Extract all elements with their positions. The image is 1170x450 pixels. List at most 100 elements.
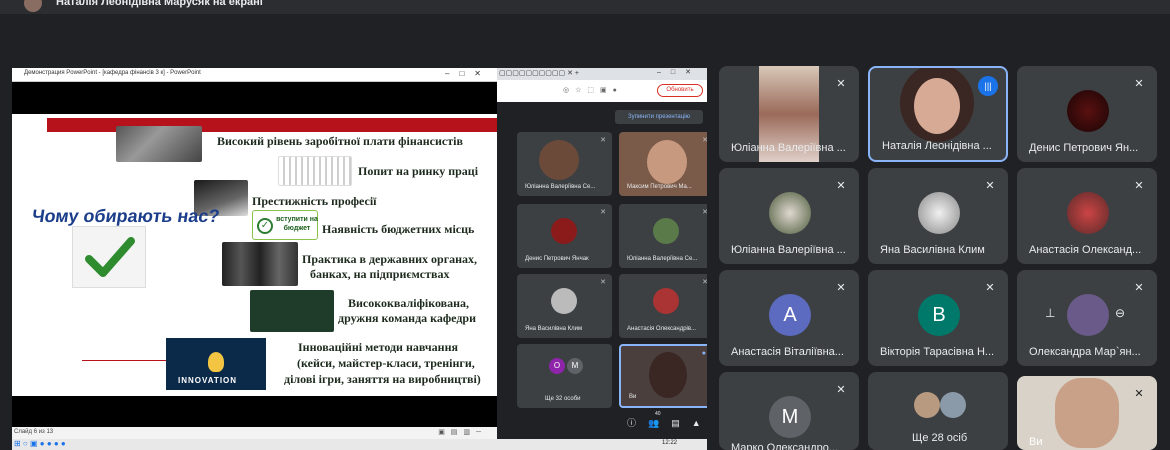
slide-point: Попит на ринку праці	[358, 164, 479, 178]
participant-tile-hover[interactable]: ⊥ ⊖ ✕ Олександра Мар`ян...	[1017, 270, 1157, 366]
mic-off-icon: ✕	[836, 78, 846, 90]
participant-name: Марко Олександро...	[731, 442, 839, 450]
slide-point: Високий рівень заробітної плати фінансис…	[217, 134, 463, 148]
mini-tile-name: Ви	[629, 394, 637, 400]
self-mini-tile[interactable]: ● Ви	[619, 344, 707, 408]
participant-photo	[918, 192, 960, 234]
more-participants-tile[interactable]: Ще 28 осіб	[868, 372, 1008, 450]
participant-tile[interactable]: ✕ Юліанна Валеріївна ...	[719, 66, 859, 162]
participant-tile[interactable]: А ✕ Анастасія Віталіївна...	[719, 270, 859, 366]
slide-point: (кейси, майстер-класи, тренінги,	[297, 356, 475, 370]
checkmark-icon	[85, 237, 135, 277]
slide-counter: Слайд 6 из 13	[14, 429, 54, 435]
participant-initial-avatar: А	[769, 294, 811, 336]
mini-tile-name: Максим Петрович Ма...	[627, 184, 692, 190]
participant-tile[interactable]: В ✕ Вікторія Тарасівна Н...	[868, 270, 1008, 366]
innovation-label: INNOVATION	[178, 376, 238, 385]
browser-toolbar: ◎☆⬚▣● Обновить	[497, 80, 707, 102]
participant-photo	[914, 392, 940, 418]
slide-point: ділові ігри, заняття на виробництві)	[284, 372, 481, 386]
mini-tile-name: Денис Петрович Янчак	[525, 256, 589, 262]
stop-presenting-button[interactable]: Зупинити презентацію	[615, 110, 703, 124]
speaking-icon: ●	[701, 350, 706, 357]
windows-start-icon[interactable]: ⊞ ○ ▣ ● ● ● ●	[14, 439, 66, 448]
participant-photo	[653, 218, 679, 244]
toolbar-icons[interactable]: ◎☆⬚▣●	[563, 86, 623, 94]
participant-name: Наталія Леонідівна ...	[882, 140, 992, 152]
mic-off-icon: ✕	[836, 384, 846, 396]
participant-name: Ще 28 осіб	[912, 432, 968, 444]
growth-chart-photo	[278, 156, 352, 186]
budget-badge-text: вступити на бюджет	[276, 216, 318, 232]
presentation-slide: Високий рівень заробітної плати фінансис…	[12, 114, 497, 396]
participant-tile[interactable]: М ✕ Марко Олександро...	[719, 372, 859, 450]
slide-point: дружня команда кафедри	[338, 311, 476, 325]
view-buttons-icon[interactable]: ▣▤▥─	[438, 428, 487, 436]
slide-letterbox-top	[12, 82, 497, 114]
mic-off-icon: ✕	[836, 282, 846, 294]
participant-face	[914, 78, 960, 134]
participant-tile[interactable]: ✕ Анастасія Олександ...	[1017, 168, 1157, 264]
mini-tile[interactable]: ✕ Юліанна Валеріївна Се...	[517, 132, 612, 196]
window-controls-icon[interactable]: –□✕	[445, 69, 491, 78]
tab-strip-icon[interactable]: ▢▢▢▢▢▢▢▢▢▢ ✕ +	[499, 69, 579, 77]
slide-letterbox-bottom	[12, 396, 497, 427]
participant-photo	[653, 288, 679, 314]
more-participants-tile[interactable]: О М Ще 32 особи	[517, 344, 612, 408]
window-controls-icon[interactable]: –□✕	[657, 68, 701, 76]
self-tile[interactable]: ✕ Ви	[1017, 376, 1157, 450]
participant-avatar: М	[567, 358, 583, 374]
browser-tabs[interactable]: ▢▢▢▢▢▢▢▢▢▢ ✕ + –□✕	[497, 68, 707, 80]
mini-tile[interactable]: ✕ Юліанна Валеріївна Се...	[619, 204, 707, 268]
remove-icon[interactable]: ⊖	[1115, 306, 1125, 320]
mini-tile[interactable]: ✕ Максим Петрович Ма...	[619, 132, 707, 196]
lightbulb-icon	[208, 352, 224, 372]
participant-photo	[1067, 192, 1109, 234]
slide-red-banner	[47, 118, 497, 132]
participant-name: Яна Василівна Клим	[880, 244, 985, 256]
taskbar-clock: 12:22	[661, 440, 677, 446]
participant-tile[interactable]: ✕ Денис Петрович Ян...	[1017, 66, 1157, 162]
slide-point: банках, на підприємствах	[310, 267, 450, 281]
participant-name: Юліанна Валеріївна ...	[731, 244, 846, 256]
mini-tile[interactable]: ✕ Анастасія Олександрів...	[619, 274, 707, 338]
ppt-titlebar: Демонстрация PowerPoint - [кафедра фінан…	[12, 68, 497, 82]
update-button[interactable]: Обновить	[657, 84, 703, 97]
mini-tile-name: Юліанна Валеріївна Се...	[627, 256, 698, 262]
participant-photo	[649, 352, 687, 398]
speaking-icon: |||	[978, 76, 998, 96]
participant-photo	[551, 288, 577, 314]
checkmark-image	[72, 226, 146, 288]
windows-taskbar: ⊞ ○ ▣ ● ● ● ● 12:22	[12, 439, 707, 450]
participant-tile-speaking[interactable]: ||| Наталія Леонідівна ...	[868, 66, 1008, 162]
budget-badge: ✓ вступити на бюджет	[252, 210, 318, 240]
mic-off-icon: ✕	[702, 279, 707, 286]
mini-tile[interactable]: ✕ Яна Василівна Клим	[517, 274, 612, 338]
slide-red-line	[82, 360, 172, 361]
mic-off-icon: ✕	[1134, 180, 1144, 192]
team-photo	[250, 290, 334, 332]
ppt-statusbar: Слайд 6 из 13 ▣▤▥─	[12, 427, 497, 439]
participant-tile[interactable]: ✕ Юліанна Валеріївна ...	[719, 168, 859, 264]
slide-point: Наявність бюджетних місць	[322, 222, 475, 236]
meet-controls-icons[interactable]: ⓘ👥▤▲	[627, 416, 707, 429]
participant-name: Вікторія Тарасівна Н...	[880, 346, 995, 358]
participant-photo	[940, 392, 966, 418]
participant-photo	[769, 192, 811, 234]
mic-off-icon: ✕	[1134, 282, 1144, 294]
slide-title: Чому обирають нас?	[30, 206, 221, 226]
participant-tile[interactable]: ✕ Яна Василівна Клим	[868, 168, 1008, 264]
mic-off-icon: ✕	[600, 137, 606, 144]
participant-name: Анастасія Олександ...	[1029, 244, 1142, 256]
shared-screen: Демонстрация PowerPoint - [кафедра фінан…	[12, 68, 707, 450]
ppt-window-title: Демонстрация PowerPoint - [кафедра фінан…	[24, 70, 201, 76]
mini-tile[interactable]: ✕ Денис Петрович Янчак	[517, 204, 612, 268]
presenter-bar-text: Наталія Леонідівна Марусяк на екрані	[56, 0, 263, 8]
pin-icon[interactable]: ⊥	[1045, 306, 1055, 320]
participant-initial-avatar: В	[918, 294, 960, 336]
mini-tile-name: Ще 32 особи	[545, 396, 581, 402]
mic-off-icon: ✕	[985, 180, 995, 192]
mini-tile-name: Анастасія Олександрів...	[627, 326, 697, 332]
slide-point: Практика в державних органах,	[302, 252, 478, 266]
slide-point: Престижність професії	[252, 194, 377, 208]
